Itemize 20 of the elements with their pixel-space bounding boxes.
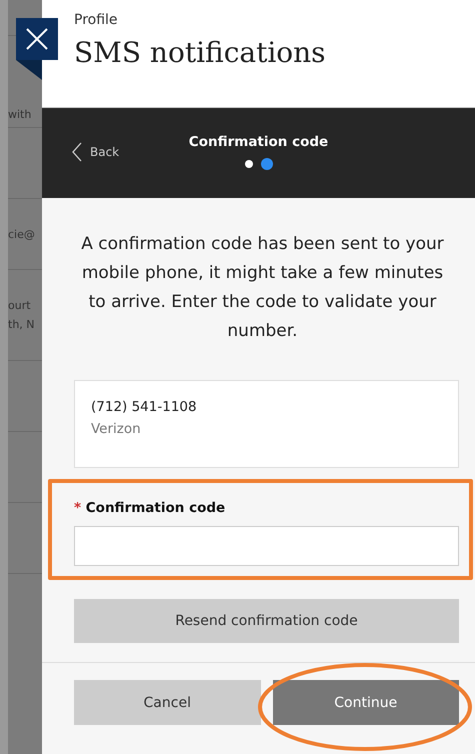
background-text: ourt xyxy=(8,299,31,312)
back-button[interactable]: Back xyxy=(42,142,120,162)
resend-button[interactable]: Resend confirmation code xyxy=(74,599,459,643)
input-field[interactable] xyxy=(74,526,459,566)
continue-button[interactable]: Continue xyxy=(272,680,459,725)
chevron-left-icon xyxy=(72,142,82,162)
background-text: cie@ xyxy=(8,228,35,240)
close-icon xyxy=(25,27,49,51)
close-button[interactable] xyxy=(16,18,58,60)
instruction-text: A confirmation code has been sent to your mobile phone, it might take a few minutes to arrive. Enter the code to validate your number. xyxy=(80,233,445,343)
field-label: Confirmation code xyxy=(86,500,226,516)
step-title: Confirmation code xyxy=(188,134,328,150)
breadcrumb: Profile xyxy=(74,12,119,28)
panel-title: SMS notifications xyxy=(74,36,327,69)
carrier-name: Verizon xyxy=(91,421,142,437)
cancel-button[interactable]: Cancel xyxy=(74,680,260,725)
background-text: with xyxy=(8,108,32,121)
required-mark: * xyxy=(74,500,82,516)
background-text: th, N xyxy=(8,318,35,331)
phone-number: (712) 541-1108 xyxy=(91,399,198,415)
